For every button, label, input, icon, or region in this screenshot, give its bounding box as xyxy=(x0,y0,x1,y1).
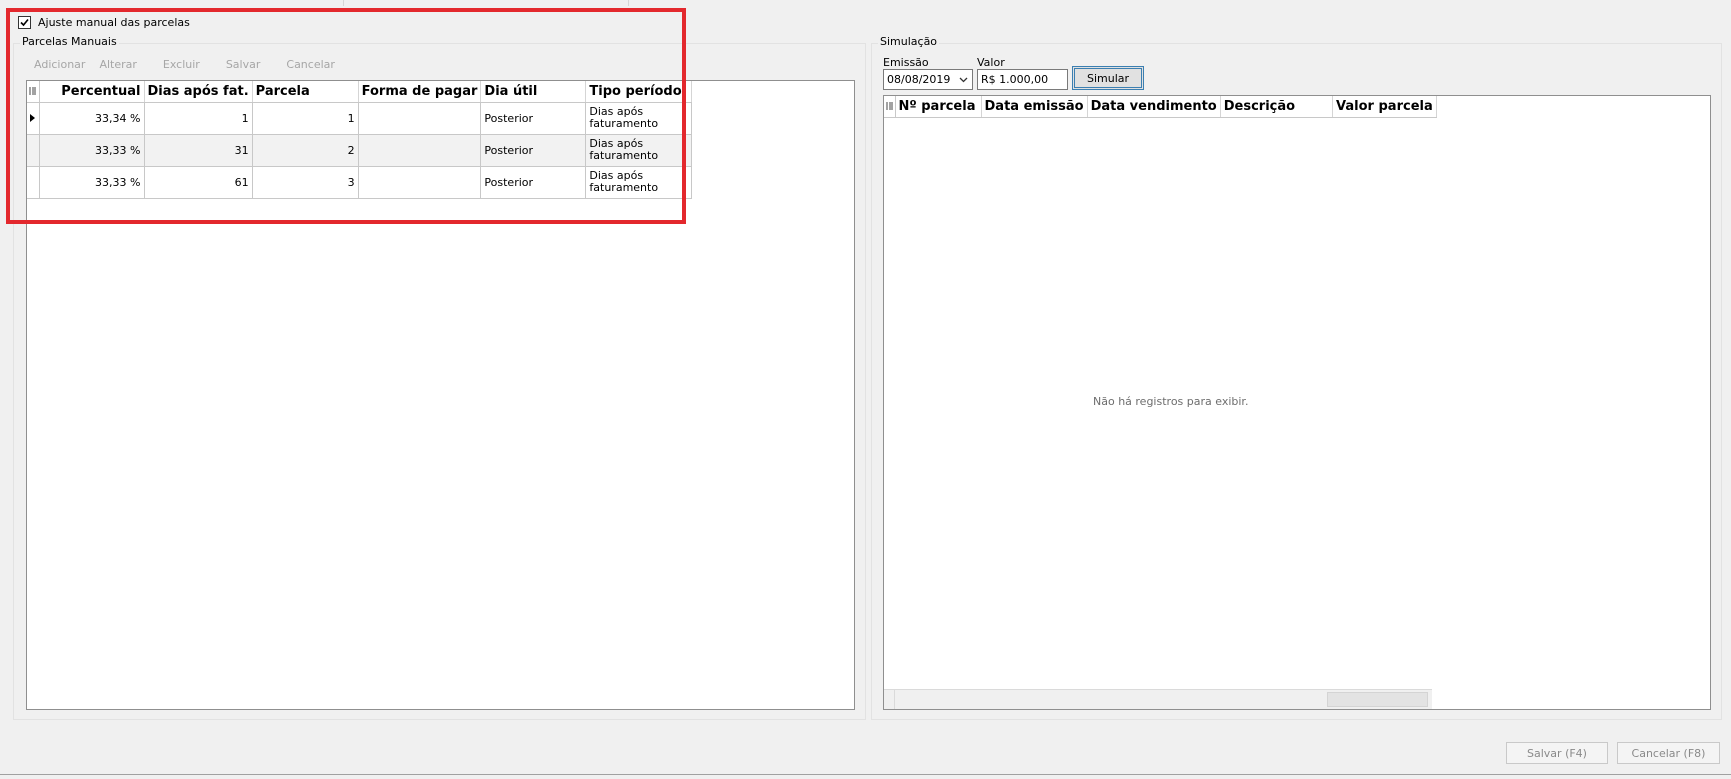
simulation-grid[interactable]: Nº parcela Data emissão Data vendimento … xyxy=(883,95,1711,710)
cancel-f8-button[interactable]: Cancelar (F8) xyxy=(1617,742,1720,764)
simular-button-label: Simular xyxy=(1086,71,1130,85)
emissao-date-picker[interactable]: 08/08/2019 xyxy=(883,69,973,90)
scrollbar-thumb[interactable] xyxy=(1327,692,1428,707)
col-descricao[interactable]: Descrição xyxy=(1220,96,1333,118)
chevron-down-icon[interactable] xyxy=(959,75,968,84)
valor-input[interactable]: R$ 1.000,00 xyxy=(977,69,1068,90)
bottom-divider xyxy=(0,774,1731,775)
emissao-value: 08/08/2019 xyxy=(887,73,951,86)
simulation-table: Nº parcela Data emissão Data vendimento … xyxy=(884,96,1437,118)
emissao-label: Emissão xyxy=(883,56,929,69)
cancel-f8-label: Cancelar (F8) xyxy=(1631,746,1706,760)
top-tab-strip xyxy=(0,0,1731,6)
highlight-box xyxy=(6,8,686,224)
grid-menu-cell[interactable] xyxy=(884,96,896,118)
horizontal-scrollbar[interactable] xyxy=(884,689,1432,709)
save-f4-label: Salvar (F4) xyxy=(1527,746,1587,760)
simulation-title: Simulação xyxy=(878,35,940,48)
col-numero-parcela[interactable]: Nº parcela xyxy=(895,96,982,118)
scrollbar-left-cap xyxy=(884,690,895,709)
save-f4-button[interactable]: Salvar (F4) xyxy=(1506,742,1608,764)
col-data-vendimento[interactable]: Data vendimento xyxy=(1087,96,1221,118)
simular-button[interactable]: Simular xyxy=(1072,66,1144,90)
valor-value: R$ 1.000,00 xyxy=(981,73,1049,86)
col-valor-parcela[interactable]: Valor parcela xyxy=(1332,96,1437,118)
grid-columns-icon xyxy=(885,102,893,110)
table-header-row: Nº parcela Data emissão Data vendimento … xyxy=(884,96,1437,118)
col-data-emissao[interactable]: Data emissão xyxy=(981,96,1088,118)
valor-label: Valor xyxy=(977,56,1005,69)
empty-grid-message: Não há registros para exibir. xyxy=(1093,395,1249,408)
